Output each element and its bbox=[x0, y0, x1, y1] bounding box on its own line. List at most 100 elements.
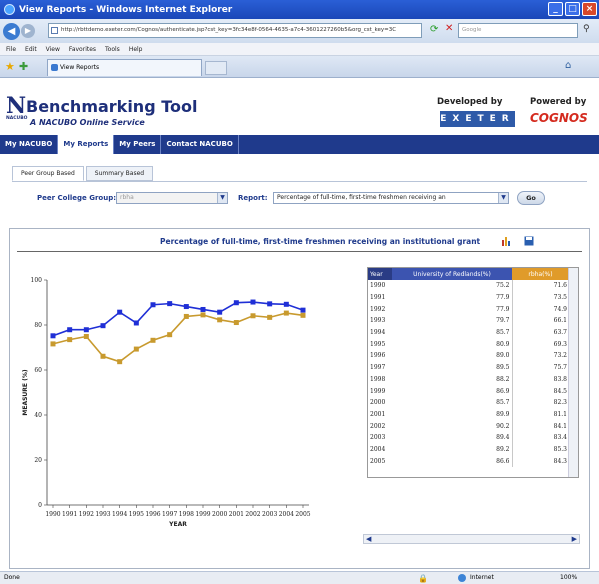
go-button[interactable]: Go bbox=[517, 191, 545, 205]
cell-rbha: 82.3 bbox=[511, 396, 569, 409]
title-rule bbox=[17, 251, 582, 252]
header-year[interactable]: Year bbox=[368, 268, 392, 280]
cell-redlands: 75.2 bbox=[496, 282, 510, 290]
save-icon[interactable] bbox=[524, 236, 534, 246]
cell-rbha: 71.6 bbox=[511, 280, 569, 292]
cell-rbha: 84.5 bbox=[511, 385, 569, 397]
new-tab-button[interactable] bbox=[205, 61, 227, 75]
minimize-button[interactable]: _ bbox=[548, 2, 563, 16]
report-label: Report: bbox=[238, 194, 268, 202]
cell-redlands: 86.6 bbox=[496, 457, 510, 465]
zoom-level[interactable]: 100% bbox=[560, 572, 577, 584]
cell-redlands: 79.7 bbox=[496, 317, 510, 325]
nav-my-reports[interactable]: My Reports bbox=[58, 135, 115, 154]
add-favorite-icon[interactable]: ✚ bbox=[19, 60, 28, 73]
tab-page-icon bbox=[51, 64, 58, 71]
table-row: 1997 89.5 75.7 bbox=[368, 361, 569, 374]
cell-year: 1996 bbox=[370, 352, 386, 360]
menu-edit[interactable]: Edit bbox=[25, 46, 37, 53]
data-point bbox=[100, 353, 106, 359]
chart-type-icon[interactable] bbox=[501, 236, 511, 246]
tab-title: View Reports bbox=[60, 64, 100, 71]
data-table: Year University of Redlands(%) rbha(%) 1… bbox=[368, 268, 569, 467]
x-tick-label: 1992 bbox=[79, 511, 94, 518]
search-icon[interactable]: ⚲ bbox=[583, 24, 590, 34]
x-tick-label: 1999 bbox=[195, 511, 210, 518]
cell-rbha: 73.5 bbox=[511, 291, 569, 304]
cell-redlands: 90.2 bbox=[496, 422, 510, 430]
nav-my-nacubo[interactable]: My NACUBO bbox=[0, 135, 59, 154]
x-tick-label: 2001 bbox=[229, 511, 244, 518]
y-axis-title: MEASURE (%) bbox=[22, 369, 29, 415]
scroll-right-icon[interactable]: ▶ bbox=[572, 535, 577, 544]
data-point bbox=[217, 309, 223, 315]
data-point bbox=[250, 313, 256, 319]
nav-my-peers[interactable]: My Peers bbox=[114, 135, 162, 154]
data-point bbox=[83, 333, 89, 339]
cell-redlands: 85.7 bbox=[496, 399, 510, 407]
data-point bbox=[300, 312, 306, 318]
favorites-star-icon[interactable]: ★ bbox=[5, 60, 15, 73]
menu-view[interactable]: View bbox=[46, 46, 60, 53]
cell-rbha: 69.3 bbox=[511, 338, 569, 351]
x-tick-label: 1993 bbox=[95, 511, 110, 518]
globe-icon bbox=[458, 574, 466, 582]
data-point bbox=[183, 304, 189, 310]
data-point bbox=[133, 320, 139, 326]
close-button[interactable]: × bbox=[582, 2, 597, 16]
x-tick-label: 1996 bbox=[145, 511, 160, 518]
data-point bbox=[183, 313, 189, 319]
data-point bbox=[233, 300, 239, 306]
table-row: 1998 88.2 83.8 bbox=[368, 373, 569, 386]
cell-rbha: 83.8 bbox=[511, 373, 569, 386]
browser-tab[interactable]: View Reports bbox=[47, 59, 202, 76]
data-point bbox=[50, 333, 56, 339]
data-point bbox=[300, 307, 306, 313]
tab-peer-group-based[interactable]: Peer Group Based bbox=[12, 166, 84, 181]
cell-year: 1992 bbox=[370, 305, 386, 313]
forward-button[interactable]: ▶ bbox=[21, 24, 35, 38]
scroll-left-icon[interactable]: ◀ bbox=[366, 535, 371, 544]
menu-help[interactable]: Help bbox=[129, 46, 143, 53]
table-row: 2000 85.7 82.3 bbox=[368, 396, 569, 409]
search-input[interactable]: Google bbox=[458, 23, 578, 38]
tab-summary-based[interactable]: Summary Based bbox=[85, 166, 154, 181]
report-title: Percentage of full-time, first-time fres… bbox=[160, 237, 481, 246]
refresh-icon[interactable]: ⟳ bbox=[430, 24, 438, 35]
table-header-row: Year University of Redlands(%) rbha(%) bbox=[368, 268, 569, 280]
menu-tools[interactable]: Tools bbox=[105, 46, 120, 53]
back-button[interactable]: ◀ bbox=[3, 22, 20, 40]
address-row: ◀ ▶ http://rbttdemo.exeter.com/Cognos/au… bbox=[0, 19, 599, 43]
cell-redlands: 89.2 bbox=[496, 445, 510, 453]
maximize-button[interactable]: □ bbox=[565, 2, 580, 16]
table-vertical-scrollbar[interactable] bbox=[568, 268, 578, 477]
horizontal-scrollbar[interactable]: ◀ ▶ bbox=[363, 534, 580, 544]
home-icon[interactable]: ⌂ bbox=[565, 60, 571, 71]
table-row: 1992 77.9 74.9 bbox=[368, 303, 569, 316]
cell-rbha: 74.9 bbox=[511, 303, 569, 316]
x-tick-label: 1997 bbox=[162, 511, 177, 518]
menu-file[interactable]: File bbox=[6, 46, 16, 53]
header-redlands[interactable]: University of Redlands(%) bbox=[392, 268, 512, 280]
header-rbha[interactable]: rbha(%) bbox=[512, 268, 569, 280]
data-point bbox=[267, 314, 273, 320]
x-axis-title: YEAR bbox=[168, 521, 187, 528]
stop-icon[interactable]: ✕ bbox=[445, 23, 453, 34]
data-point bbox=[217, 317, 223, 323]
nacubo-logo: N NACUBO bbox=[6, 93, 28, 121]
cell-redlands: 89.4 bbox=[496, 434, 510, 442]
address-bar[interactable]: http://rbttdemo.exeter.com/Cognos/authen… bbox=[48, 23, 422, 38]
cell-redlands: 86.9 bbox=[496, 387, 510, 395]
menu-bar: File Edit View Favorites Tools Help bbox=[0, 43, 599, 56]
data-point bbox=[200, 306, 206, 312]
cell-redlands: 80.9 bbox=[496, 340, 510, 348]
cell-redlands: 77.9 bbox=[496, 305, 510, 313]
nav-contact-nacubo[interactable]: Contact NACUBO bbox=[161, 135, 239, 154]
menu-favorites[interactable]: Favorites bbox=[69, 46, 96, 53]
cell-redlands: 77.9 bbox=[496, 294, 510, 302]
report-select[interactable]: Percentage of full-time, first-time fres… bbox=[273, 192, 509, 204]
peer-group-select[interactable]: rbha ▼ bbox=[116, 192, 228, 204]
data-point bbox=[167, 332, 173, 338]
data-point bbox=[133, 346, 139, 352]
page-icon bbox=[51, 27, 58, 34]
